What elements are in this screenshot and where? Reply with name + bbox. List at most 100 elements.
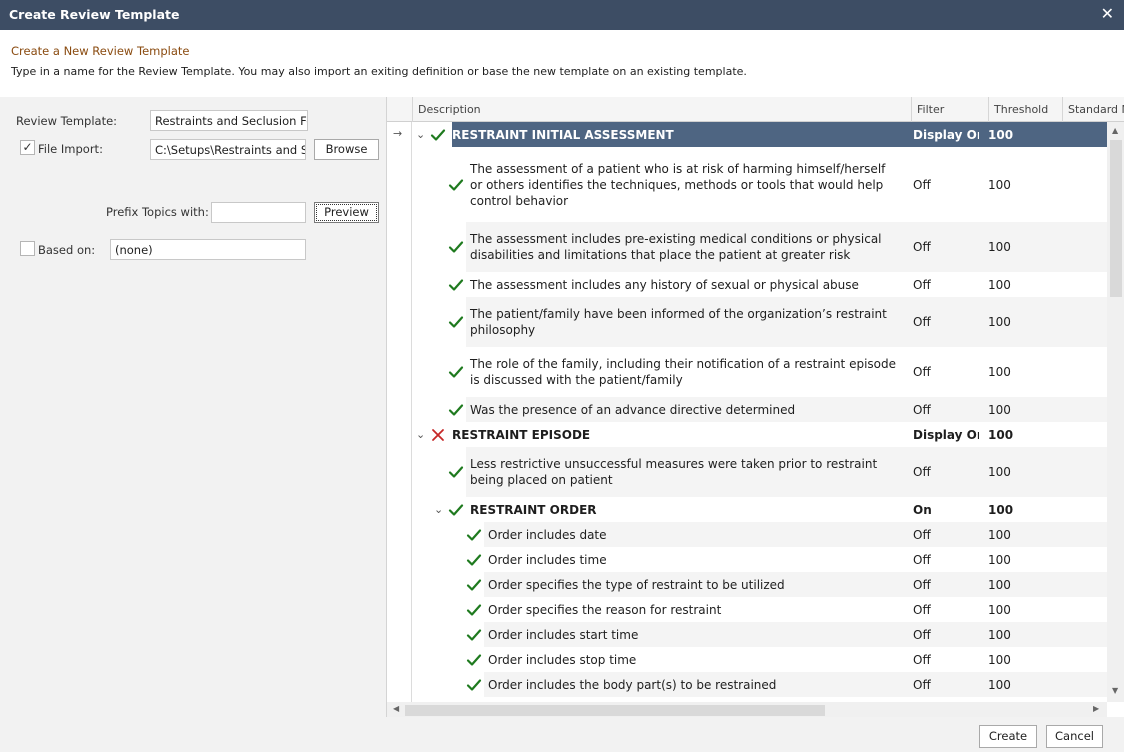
prefix-topics-label: Prefix Topics with: [106, 205, 209, 219]
row-description: Order includes the body part(s) to be re… [488, 678, 777, 692]
topic-row[interactable]: Order includes the body part(s) to be re… [413, 672, 1107, 697]
row-threshold[interactable]: 100 [988, 277, 1011, 293]
row-filter[interactable]: Off [913, 552, 979, 568]
file-import-checkbox[interactable]: ✓ [20, 140, 35, 155]
row-filter[interactable]: Display On [913, 427, 979, 443]
prefix-topics-input[interactable] [211, 202, 306, 223]
row-threshold[interactable]: 100 [988, 239, 1011, 255]
row-threshold[interactable]: 100 [988, 652, 1011, 668]
dialog-instructions: Type in a name for the Review Template. … [11, 65, 747, 78]
scroll-left-icon[interactable]: ◀ [393, 704, 399, 713]
cancel-button[interactable]: Cancel [1046, 725, 1103, 748]
group-row[interactable]: ⌄ RESTRAINT EPISODE Display On 100 [413, 422, 1107, 447]
row-description: Order includes date [488, 528, 607, 542]
topic-row[interactable]: Less restrictive unsuccessful measures w… [413, 447, 1107, 497]
scroll-down-icon[interactable]: ▼ [1112, 686, 1118, 695]
row-filter[interactable]: Off [913, 464, 979, 480]
horizontal-scrollbar[interactable]: ◀ ▶ [387, 702, 1107, 718]
row-threshold[interactable]: 100 [988, 427, 1013, 443]
topic-row[interactable]: Was the presence of an advance directive… [413, 397, 1107, 422]
row-filter[interactable]: Off [913, 314, 979, 330]
row-threshold[interactable]: 100 [988, 552, 1011, 568]
close-icon[interactable]: ✕ [1101, 5, 1114, 23]
row-threshold[interactable]: 100 [988, 602, 1011, 618]
row-threshold[interactable]: 100 [988, 464, 1011, 480]
browse-button[interactable]: Browse [314, 139, 379, 160]
dialog-footer: Create Cancel [0, 717, 1124, 752]
review-template-input[interactable]: Restraints and Seclusion Focus [150, 110, 308, 131]
check-icon [466, 627, 482, 643]
topic-row[interactable]: The assessment includes pre-existing med… [413, 222, 1107, 272]
topic-row[interactable]: The role of the family, including their … [413, 347, 1107, 397]
topic-row[interactable]: Order includes date Off 100 [413, 522, 1107, 547]
column-filter[interactable]: Filter [911, 97, 988, 122]
row-threshold[interactable]: 100 [988, 127, 1013, 143]
group-row[interactable]: ⌄ RESTRAINT ORDER On 100 [413, 497, 1107, 522]
check-icon [448, 502, 464, 518]
file-import-label: File Import: [38, 142, 103, 156]
row-description: The assessment of a patient who is at ri… [470, 162, 886, 208]
row-description: Order includes start time [488, 628, 639, 642]
row-threshold[interactable]: 100 [988, 577, 1011, 593]
row-description: The role of the family, including their … [470, 357, 896, 387]
row-threshold[interactable]: 100 [988, 677, 1011, 693]
dialog-header: Create a New Review Template Type in a n… [0, 30, 1124, 97]
chevron-down-icon[interactable]: ⌄ [416, 128, 425, 141]
row-description: The patient/family have been informed of… [470, 307, 887, 337]
chevron-down-icon[interactable]: ⌄ [416, 428, 425, 441]
chevron-down-icon[interactable]: ⌄ [434, 503, 443, 516]
row-threshold[interactable]: 100 [988, 627, 1011, 643]
based-on-checkbox[interactable] [20, 241, 35, 256]
row-filter[interactable]: Off [913, 627, 979, 643]
topic-row[interactable]: Order includes start time Off 100 [413, 622, 1107, 647]
row-filter[interactable]: Off [913, 527, 979, 543]
row-threshold[interactable]: 100 [988, 402, 1011, 418]
check-icon [448, 239, 464, 255]
column-threshold[interactable]: Threshold [988, 97, 1063, 122]
row-threshold[interactable]: 100 [988, 364, 1011, 380]
grid-header: Description Filter Threshold Standard No [387, 97, 1124, 122]
topic-row[interactable]: The assessment of a patient who is at ri… [413, 147, 1107, 222]
based-on-select[interactable]: (none) [110, 239, 306, 260]
check-icon [448, 464, 464, 480]
vertical-scroll-thumb[interactable] [1110, 140, 1122, 297]
row-filter[interactable]: On [913, 502, 979, 518]
topic-row[interactable]: Order specifies the type of restraint to… [413, 572, 1107, 597]
row-threshold[interactable]: 100 [988, 502, 1013, 518]
topics-grid: Description Filter Threshold Standard No… [386, 97, 1124, 718]
row-threshold[interactable]: 100 [988, 314, 1011, 330]
preview-button[interactable]: Preview [314, 202, 379, 223]
topic-row[interactable]: The assessment includes any history of s… [413, 272, 1107, 297]
row-filter[interactable]: Off [913, 364, 979, 380]
row-filter[interactable]: Off [913, 652, 979, 668]
row-threshold[interactable]: 100 [988, 177, 1011, 193]
row-description: RESTRAINT INITIAL ASSESSMENT [452, 128, 674, 142]
check-icon [466, 577, 482, 593]
horizontal-scroll-thumb[interactable] [405, 705, 825, 716]
scroll-right-icon[interactable]: ▶ [1093, 704, 1099, 713]
topic-row[interactable]: Order specifies the reason for restraint… [413, 597, 1107, 622]
column-description[interactable]: Description [412, 97, 913, 122]
row-description: The assessment includes pre-existing med… [470, 232, 882, 262]
check-icon [448, 314, 464, 330]
topic-row[interactable]: Order includes time Off 100 [413, 547, 1107, 572]
scroll-up-icon[interactable]: ▲ [1112, 126, 1118, 135]
row-filter[interactable]: Off [913, 602, 979, 618]
column-standard-no[interactable]: Standard No [1062, 97, 1124, 122]
row-filter[interactable]: Off [913, 577, 979, 593]
row-threshold[interactable]: 100 [988, 527, 1011, 543]
row-filter[interactable]: Off [913, 677, 979, 693]
row-filter[interactable]: Off [913, 239, 979, 255]
file-import-path-input[interactable]: C:\Setups\Restraints and Seclusion [150, 139, 306, 160]
vertical-scrollbar[interactable]: ▲ ▼ [1107, 122, 1124, 702]
check-icon [448, 177, 464, 193]
topic-row[interactable]: The patient/family have been informed of… [413, 297, 1107, 347]
create-button[interactable]: Create [979, 725, 1037, 748]
row-filter[interactable]: Off [913, 402, 979, 418]
row-filter[interactable]: Off [913, 277, 979, 293]
row-filter[interactable]: Off [913, 177, 979, 193]
row-filter[interactable]: Display On [913, 127, 979, 143]
topic-row[interactable]: Order includes stop time Off 100 [413, 647, 1107, 672]
group-row[interactable]: ⌄ RESTRAINT INITIAL ASSESSMENT Display On 1… [413, 122, 1107, 147]
check-icon [466, 677, 482, 693]
